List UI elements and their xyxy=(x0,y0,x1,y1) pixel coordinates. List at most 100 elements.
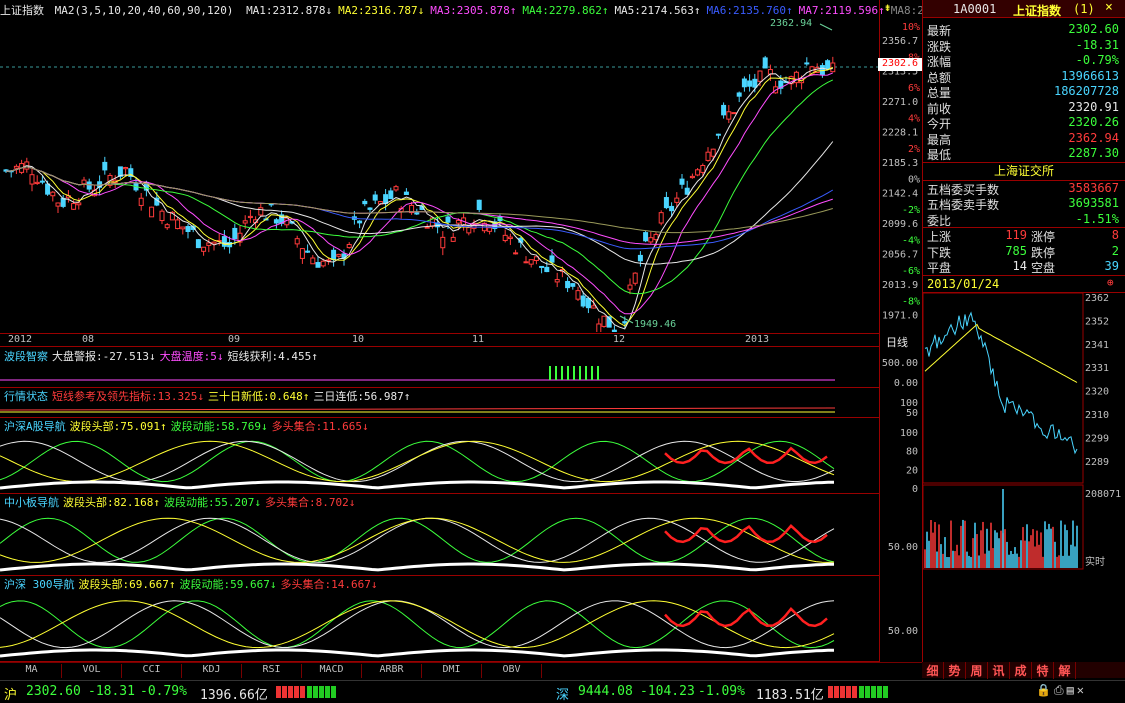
indicator-pane[interactable]: 沪深A股导航 波段头部:75.091↑ 波段动能:58.769↓ 多头集合:11.66… xyxy=(0,418,880,494)
tab-macd[interactable]: MACD xyxy=(302,664,362,678)
crosshair-icon[interactable]: ⊕ xyxy=(1107,276,1114,289)
panel-tab[interactable]: 细 xyxy=(922,662,944,679)
candle-body xyxy=(669,205,675,212)
intraday-axis-label: 2352 xyxy=(1085,316,1109,327)
price-axis-label: 2099.6 xyxy=(882,219,918,230)
stock-code: 1A0001 xyxy=(953,2,997,16)
candle-body xyxy=(674,197,680,203)
candle-body xyxy=(159,210,165,222)
candle-body xyxy=(29,174,35,185)
candle-body xyxy=(804,62,810,65)
breadth-label: 平盘 xyxy=(927,261,952,275)
quote-row: 涨跌 -18.31 xyxy=(923,38,1125,54)
pane-header: 波段智察 大盘警报:-27.513↓ 大盘温度:5↓ 短线获利:4.455↑ xyxy=(4,348,322,363)
intraday-axis-label: 2362 xyxy=(1085,293,1109,304)
candle-body xyxy=(39,180,45,183)
sh-index-name: 沪 xyxy=(4,688,18,703)
month-label: 08 xyxy=(82,334,95,345)
pane-header: 沪深 300导航 波段头部:69.667↑ 波段动能:59.667↓ 多头集合:14.… xyxy=(4,576,381,591)
lock-icon[interactable]: 🔒 xyxy=(1036,683,1054,697)
month-label: 2012 xyxy=(8,334,33,345)
price-axis-label: 2056.7 xyxy=(882,250,918,261)
close-panel-icon[interactable]: × xyxy=(1105,0,1113,15)
candle-body xyxy=(653,233,659,241)
candle-body xyxy=(513,252,519,255)
menu-icon[interactable]: ▤ xyxy=(1067,683,1077,697)
indicator-pane[interactable]: 沪深 300导航 波段头部:69.667↑ 波段动能:59.667↓ 多头集合:14.… xyxy=(0,576,880,662)
candle-body xyxy=(476,199,482,210)
month-label: 2013 xyxy=(745,334,770,345)
price-axis-label: 2142.4 xyxy=(882,189,918,200)
month-label: 12 xyxy=(613,334,626,345)
breadth-value: 14 xyxy=(1012,259,1027,273)
intraday-price-line xyxy=(924,310,1078,454)
breadth-label: 上涨 xyxy=(927,230,952,244)
quote-rows: 最新 2302.60 涨跌 -18.31 涨幅 -0.79% 总额 13966613 总量 186… xyxy=(923,18,1125,163)
panel-tab[interactable]: 势 xyxy=(944,662,966,679)
indicator-pane[interactable]: 波段智察 大盘警报:-27.513↓ 大盘温度:5↓ 短线获利:4.455↑ xyxy=(0,348,880,388)
intraday-chart[interactable]: 2362 2352 2341 2331 2320 2310 2299 2289 208071 实时 xyxy=(923,292,1125,573)
quote-value: 2302.60 xyxy=(1068,22,1119,36)
indicator-pane[interactable]: 行情状态 短线参考及领先指标:13.325↓ 三十日新低:0.648↑ 三日连低:56… xyxy=(0,388,880,418)
chart-area[interactable]: 上证指数 MA2(3,5,10,20,40,60,90,120) MA1:231… xyxy=(0,0,964,662)
panel-tab[interactable]: 解 xyxy=(1054,662,1076,679)
candle-body xyxy=(762,57,768,69)
quote-label: 前收 xyxy=(927,101,952,116)
tab-ma[interactable]: MA xyxy=(2,664,62,678)
tab-arbr[interactable]: ARBR xyxy=(362,664,422,678)
quote-row: 今开 2320.26 xyxy=(923,115,1125,131)
tab-rsi[interactable]: RSI xyxy=(242,664,302,678)
candle-body xyxy=(164,224,170,229)
sz-change: -104.23 xyxy=(640,684,695,699)
quote-row: 前收 2320.91 xyxy=(923,100,1125,116)
tab-dmi[interactable]: DMI xyxy=(422,664,482,678)
y-axis-svg: 2356.72313.52271.02228.12185.32142.42099… xyxy=(882,22,920,637)
breadth-label: 空盘 xyxy=(1031,261,1056,275)
tab-vol[interactable]: VOL xyxy=(62,664,122,678)
candle-body xyxy=(601,315,607,327)
indicator-pane[interactable]: 中小板导航 波段头部:82.168↑ 波段动能:55.207↓ 多头集合:8.702↓ xyxy=(0,494,880,576)
candle-body xyxy=(45,183,51,195)
collapse-icon[interactable]: ⇟ xyxy=(884,0,891,14)
tab-cci[interactable]: CCI xyxy=(122,664,182,678)
quote-value: -1.51% xyxy=(1075,211,1119,226)
price-axis-label: 2356.7 xyxy=(882,36,918,47)
high-pointer xyxy=(819,23,833,31)
pane-axis-label: 80 xyxy=(906,447,918,458)
panel-tabs: 细势周讯成特解 xyxy=(922,662,1125,679)
close-icon[interactable]: ✕ xyxy=(1077,683,1087,697)
intraday-vol-label: 208071 xyxy=(1085,489,1121,500)
panel-tab[interactable]: 特 xyxy=(1032,662,1054,679)
pct-axis-label: 6% xyxy=(908,83,920,94)
breadth-label: 涨停 xyxy=(1031,230,1056,244)
intraday-axis-label: 2299 xyxy=(1085,433,1109,444)
quote-label: 涨跌 xyxy=(927,39,952,54)
sz-breadth-bar xyxy=(828,686,888,698)
ma-lines xyxy=(5,66,834,330)
order-book-rows: 五档委买手数 3583667 五档委卖手数 3693581 委比 -1.51% xyxy=(923,181,1125,228)
candle-body xyxy=(195,239,201,249)
tab-kdj[interactable]: KDJ xyxy=(182,664,242,678)
tab-obv[interactable]: OBV xyxy=(482,664,542,678)
indicator-tabs: MA VOL CCI KDJ RSI MACD ARBR DMI OBV xyxy=(0,662,922,678)
candle-body xyxy=(705,151,711,161)
candle-body xyxy=(539,265,545,268)
camera-icon[interactable]: ⎙ xyxy=(1054,683,1067,697)
panel-tab[interactable]: 讯 xyxy=(988,662,1010,679)
candle-body xyxy=(34,181,40,185)
quote-value: 2362.94 xyxy=(1068,130,1119,145)
current-price-tag: 2302.6 xyxy=(878,58,922,71)
realtime-label: 实时 xyxy=(1085,555,1105,568)
candle-body xyxy=(138,197,144,206)
candles xyxy=(3,55,836,332)
candle-body xyxy=(549,255,555,263)
candle-body xyxy=(528,259,534,265)
panel-tab[interactable]: 周 xyxy=(966,662,988,679)
sh-breadth-bar xyxy=(276,686,336,698)
panel-tab[interactable]: 成 xyxy=(1010,662,1032,679)
period-label[interactable]: 日线 xyxy=(886,334,908,350)
candle-body xyxy=(247,215,253,219)
pane-axis-label: 0 xyxy=(912,484,918,495)
date-row: 2013/01/24 ⊕ xyxy=(923,276,1125,293)
price-chart[interactable]: 2362.94 1949.46 xyxy=(0,16,880,332)
